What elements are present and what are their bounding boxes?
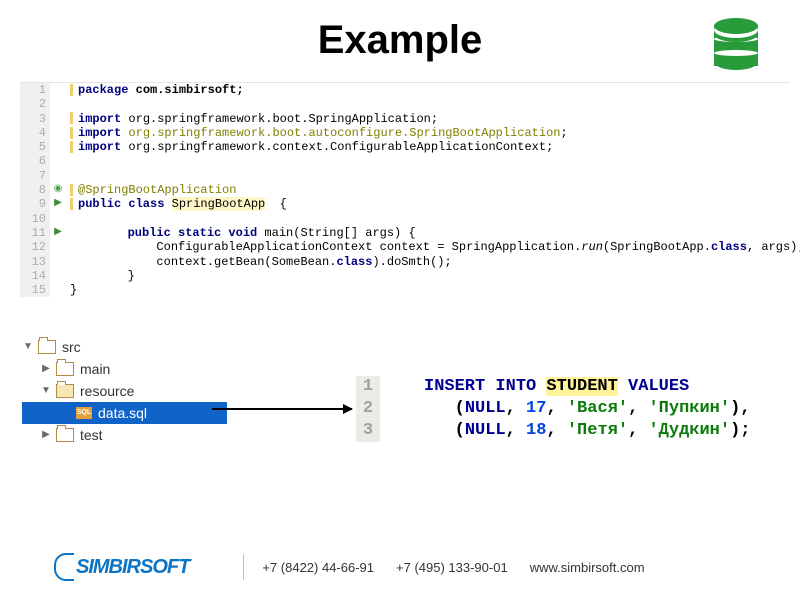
tree-node-resource[interactable]: ▼resource	[40, 380, 227, 402]
logo: SIMBIRSOFT	[54, 553, 211, 581]
tree-node-main[interactable]: ▶main	[40, 358, 227, 380]
gutter-markers: ◉ ▶ ▶	[50, 83, 66, 297]
website: www.simbirsoft.com	[530, 560, 645, 575]
tree-node-test[interactable]: ▶test	[40, 424, 227, 446]
folder-icon	[38, 340, 56, 354]
gutter-class-icon: ◉	[50, 183, 66, 197]
folder-icon	[56, 428, 74, 442]
tree-node-src[interactable]: ▼src	[22, 336, 227, 358]
java-editor: 123456789101112131415 ◉ ▶ ▶ package com.…	[20, 82, 790, 297]
footer: SIMBIRSOFT +7 (8422) 44-66-91 +7 (495) 1…	[54, 553, 667, 581]
sql-gutter: 123	[356, 376, 380, 442]
phone-1: +7 (8422) 44-66-91	[262, 560, 374, 575]
java-code: package com.simbirsoft; import org.sprin…	[70, 83, 790, 297]
project-tree: ▼src ▶main ▼resource SQLdata.sql ▶test	[22, 336, 227, 446]
logo-swoosh-icon	[54, 553, 74, 581]
sql-file-icon: SQL	[76, 407, 92, 419]
database-icon	[714, 18, 758, 70]
tree-node-data-sql[interactable]: SQLdata.sql	[22, 402, 227, 424]
page-title: Example	[0, 18, 800, 63]
slide: Example 123456789101112131415 ◉ ▶ ▶ pack…	[0, 0, 800, 599]
gutter-run-icon: ▶	[50, 226, 66, 240]
folder-icon	[56, 362, 74, 376]
sql-code: INSERT INTO STUDENT VALUES (NULL, 17, 'В…	[424, 376, 776, 442]
line-gutter: 123456789101112131415	[20, 83, 50, 297]
gutter-run-icon: ▶	[50, 197, 66, 211]
connector-arrow	[212, 408, 352, 410]
phone-2: +7 (495) 133-90-01	[396, 560, 508, 575]
folder-icon	[56, 384, 74, 398]
separator	[243, 554, 244, 580]
sql-editor: 123 INSERT INTO STUDENT VALUES (NULL, 17…	[356, 376, 776, 442]
